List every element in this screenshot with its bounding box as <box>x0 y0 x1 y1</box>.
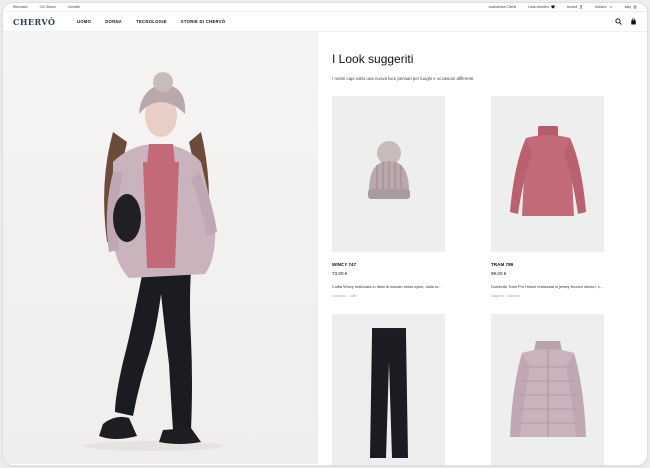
language-selector[interactable]: Italiano <box>595 5 612 9</box>
customer-service-label: Assistenza Clienti <box>488 5 517 9</box>
user-icon <box>579 5 584 9</box>
beanie-illustration <box>367 141 410 199</box>
section-title: I Look suggeriti <box>332 52 414 66</box>
country-selector[interactable]: Italy <box>625 5 637 9</box>
chevron-down-icon <box>609 5 613 9</box>
login-link[interactable]: Accedi <box>567 5 584 9</box>
suggested-looks-section: I Look suggeriti I nostri capi sotto una… <box>318 32 647 465</box>
product-tags: Maglieria · Dolcevita <box>491 294 520 298</box>
jacket-illustration <box>509 341 586 437</box>
wishlist-label: Lista desideri <box>528 5 549 9</box>
customer-service-link[interactable]: Assistenza Clienti <box>489 5 517 9</box>
utility-link-rilevatori[interactable]: Rilevatori <box>13 5 28 9</box>
product-description: Cuffia Wincy realizzata in filato di wom… <box>332 284 442 289</box>
product-image[interactable] <box>491 96 604 252</box>
login-label: Accedi <box>566 5 578 9</box>
product-image[interactable] <box>491 314 604 465</box>
hero-model-photo <box>3 32 318 464</box>
product-image[interactable] <box>332 314 445 465</box>
product-name[interactable]: TRAM 789 <box>491 262 604 267</box>
product-tags: Accessori · Cuffie <box>332 294 357 298</box>
model-illustration <box>83 72 223 451</box>
utility-link-chi-siamo[interactable]: Chi Siamo <box>40 5 56 9</box>
product-price: 99,00 € <box>491 271 507 276</box>
country-label: Italy <box>624 5 631 9</box>
nav-item-storie[interactable]: STORIE DI CHERVÒ <box>181 19 226 24</box>
product-name[interactable]: WINCY 747 <box>332 262 445 267</box>
pants-illustration <box>369 328 408 458</box>
shopping-bag-icon[interactable] <box>630 18 637 25</box>
heart-icon <box>550 5 555 9</box>
utility-actions: Assistenza Clienti Lista desideri Accedi… <box>489 5 637 9</box>
wishlist-link[interactable]: Lista desideri <box>528 5 555 9</box>
product-card-pants[interactable] <box>332 314 445 465</box>
utility-link-contatti[interactable]: Contatti <box>68 5 80 9</box>
page-content: I Look suggeriti I nostri capi sotto una… <box>3 32 647 465</box>
utility-bar: Rilevatori Chi Siamo Contatti Assistenza… <box>3 3 647 12</box>
nav-item-uomo[interactable]: UOMO <box>77 19 91 24</box>
brand-logo[interactable]: CHERVÒ <box>13 17 67 27</box>
product-card-wincy[interactable]: WINCY 747 73,00 € Cuffia Wincy realizzat… <box>332 96 445 298</box>
section-subtitle: I nostri capi sotto una nuova luce pensa… <box>332 76 475 81</box>
browser-frame: Rilevatori Chi Siamo Contatti Assistenza… <box>3 3 647 465</box>
search-icon[interactable] <box>615 18 622 25</box>
product-card-tram[interactable]: TRAM 789 99,00 € Dolcevita Tram Pro Hirs… <box>491 96 604 298</box>
nav-item-donna[interactable]: DONNA <box>105 19 122 24</box>
language-label: Italiano <box>595 5 607 9</box>
product-description: Dolcevita Tram Pro Hirsch realizzata in … <box>491 284 603 289</box>
product-image[interactable] <box>332 96 445 252</box>
main-header: CHERVÒ UOMO DONNA TECNOLOGIE STORIE DI C… <box>3 12 647 32</box>
product-grid: WINCY 747 73,00 € Cuffia Wincy realizzat… <box>332 96 631 465</box>
product-card-jacket[interactable] <box>491 314 604 465</box>
utility-links: Rilevatori Chi Siamo Contatti <box>13 5 80 9</box>
product-price: 73,00 € <box>332 271 348 276</box>
header-icons <box>615 18 637 25</box>
turtleneck-illustration <box>509 126 586 216</box>
nav-item-tecnologie[interactable]: TECNOLOGIE <box>136 19 167 24</box>
main-nav: UOMO DONNA TECNOLOGIE STORIE DI CHERVÒ <box>77 19 615 24</box>
location-icon <box>633 5 637 9</box>
